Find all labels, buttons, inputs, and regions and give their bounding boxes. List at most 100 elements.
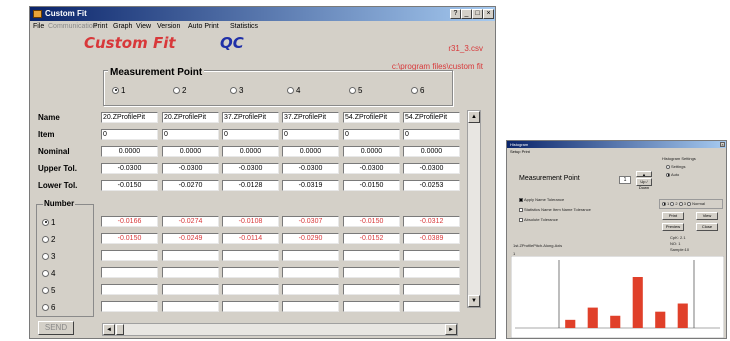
measurement-value-cell[interactable] [282, 250, 339, 261]
name-field[interactable]: 20.ZProfilePit [101, 112, 158, 123]
nominal-field[interactable]: 0.0000 [282, 146, 339, 157]
item-field[interactable]: 0 [282, 129, 339, 140]
upper-tol-field[interactable]: -0.0300 [343, 163, 400, 174]
measurement-value-cell[interactable]: -0.0152 [343, 233, 400, 244]
measurement-value-cell[interactable]: -0.0114 [222, 233, 279, 244]
histogram-measurement-point-field[interactable]: 1 [619, 176, 631, 184]
lower-tol-field[interactable]: -0.0128 [222, 180, 279, 191]
number-option[interactable]: 5 [42, 285, 55, 295]
upper-tol-field[interactable]: -0.0300 [101, 163, 158, 174]
number-option[interactable]: 2 [42, 234, 55, 244]
measurement-value-cell[interactable] [282, 267, 339, 278]
lower-tol-field[interactable]: -0.0150 [101, 180, 158, 191]
measurement-point-option[interactable]: 6 [411, 85, 424, 95]
menu-print[interactable]: Print [93, 21, 107, 32]
preview-button[interactable]: Preview [662, 223, 684, 231]
vertical-scrollbar[interactable]: ▲ ▼ [467, 110, 481, 308]
scroll-left-icon[interactable]: ◄ [103, 324, 115, 335]
measurement-value-cell[interactable] [162, 301, 219, 312]
item-field[interactable]: 0 [343, 129, 400, 140]
nominal-field[interactable]: 0.0000 [343, 146, 400, 157]
title-bar[interactable]: Custom Fit ? _ □ × [30, 7, 495, 21]
measurement-value-cell[interactable] [343, 301, 400, 312]
measurement-point-option[interactable]: 5 [349, 85, 362, 95]
item-field[interactable]: 0 [162, 129, 219, 140]
scroll-right-icon[interactable]: ► [445, 324, 457, 335]
scroll-thumb[interactable] [116, 324, 124, 335]
measurement-value-cell[interactable] [403, 267, 460, 278]
measurement-value-cell[interactable] [101, 301, 158, 312]
item-field[interactable]: 0 [222, 129, 279, 140]
name-field[interactable]: 54.ZProfilePit [403, 112, 460, 123]
measurement-value-cell[interactable]: -0.0166 [101, 216, 158, 227]
lower-tol-field[interactable]: -0.0319 [282, 180, 339, 191]
measurement-point-option[interactable]: 4 [287, 85, 300, 95]
measurement-value-cell[interactable] [343, 267, 400, 278]
lower-tol-field[interactable]: -0.0270 [162, 180, 219, 191]
histogram-title-bar[interactable]: Histogram × [507, 141, 726, 148]
nominal-field[interactable]: 0.0000 [403, 146, 460, 157]
measurement-value-cell[interactable] [222, 267, 279, 278]
measurement-value-cell[interactable] [101, 250, 158, 261]
measurement-value-cell[interactable]: -0.0290 [282, 233, 339, 244]
scroll-down-icon[interactable]: ▼ [468, 295, 480, 307]
measurement-value-cell[interactable]: -0.0307 [282, 216, 339, 227]
measurement-value-cell[interactable]: -0.0150 [343, 216, 400, 227]
measurement-value-cell[interactable] [222, 301, 279, 312]
close-button[interactable]: × [483, 9, 494, 19]
upper-tol-field[interactable]: -0.0300 [222, 163, 279, 174]
measurement-value-cell[interactable] [162, 284, 219, 295]
measurement-value-cell[interactable]: -0.0312 [403, 216, 460, 227]
checkbox-statistics-name[interactable]: Statistics Name Item Name Tolerance [519, 207, 591, 212]
name-field[interactable]: 54.ZProfilePit [343, 112, 400, 123]
close-button[interactable]: Close [696, 223, 718, 231]
measurement-value-cell[interactable] [162, 267, 219, 278]
help-button[interactable]: ? [450, 9, 461, 19]
nominal-field[interactable]: 0.0000 [101, 146, 158, 157]
view-button[interactable]: View [696, 212, 718, 220]
display-options[interactable]: 1 2 3 Normal [662, 201, 705, 206]
measurement-value-cell[interactable] [403, 284, 460, 295]
lower-tol-field[interactable]: -0.0253 [403, 180, 460, 191]
menu-file[interactable]: File [33, 21, 44, 32]
measurement-value-cell[interactable]: -0.0249 [162, 233, 219, 244]
number-option[interactable]: 3 [42, 251, 55, 261]
measurement-value-cell[interactable]: -0.0389 [403, 233, 460, 244]
number-option[interactable]: 4 [42, 268, 55, 278]
measurement-value-cell[interactable] [162, 250, 219, 261]
measurement-point-option[interactable]: 1 [112, 85, 125, 95]
checkbox-apply-name-tolerance[interactable]: Apply Name Tolerance [519, 197, 564, 202]
nominal-field[interactable]: 0.0000 [162, 146, 219, 157]
item-field[interactable]: 0 [101, 129, 158, 140]
up-button[interactable]: ▲ [636, 171, 652, 177]
measurement-value-cell[interactable] [282, 284, 339, 295]
measurement-value-cell[interactable] [222, 250, 279, 261]
menu-statistics[interactable]: Statistics [230, 21, 258, 32]
menu-communication[interactable]: Communication [48, 21, 97, 32]
upper-tol-field[interactable]: -0.0300 [162, 163, 219, 174]
upper-tol-field[interactable]: -0.0300 [403, 163, 460, 174]
measurement-value-cell[interactable] [343, 250, 400, 261]
maximize-button[interactable]: □ [472, 9, 483, 19]
measurement-value-cell[interactable]: -0.0150 [101, 233, 158, 244]
name-field[interactable]: 37.ZProfilePit [222, 112, 279, 123]
settings-option-settings[interactable]: Settings [666, 164, 685, 169]
number-option[interactable]: 6 [42, 302, 55, 312]
number-option[interactable]: 1 [42, 217, 55, 227]
checkbox-absolute-tolerance[interactable]: Absolute Tolerance [519, 217, 558, 222]
minimize-button[interactable]: _ [461, 9, 472, 19]
measurement-value-cell[interactable] [101, 284, 158, 295]
name-field[interactable]: 37.ZProfilePit [282, 112, 339, 123]
lower-tol-field[interactable]: -0.0150 [343, 180, 400, 191]
measurement-point-option[interactable]: 2 [173, 85, 186, 95]
name-field[interactable]: 20.ZProfilePit [162, 112, 219, 123]
measurement-value-cell[interactable] [343, 284, 400, 295]
measurement-value-cell[interactable] [403, 250, 460, 261]
down-button[interactable]: Up / Down [636, 178, 652, 190]
nominal-field[interactable]: 0.0000 [222, 146, 279, 157]
print-button[interactable]: Print [662, 212, 684, 220]
measurement-value-cell[interactable]: -0.0274 [162, 216, 219, 227]
measurement-value-cell[interactable] [282, 301, 339, 312]
menu-graph[interactable]: Graph [113, 21, 132, 32]
measurement-point-option[interactable]: 3 [230, 85, 243, 95]
